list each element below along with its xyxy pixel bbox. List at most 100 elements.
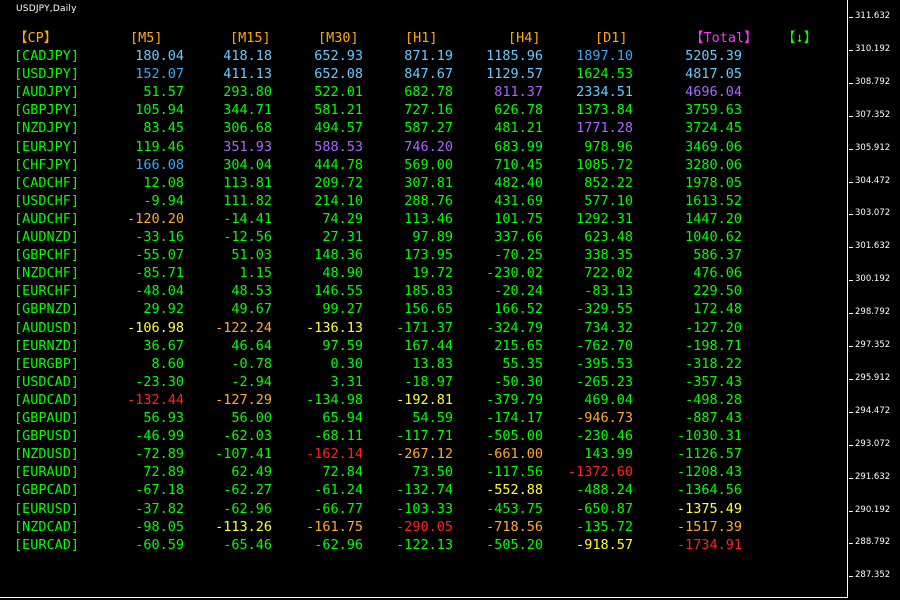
timeframe-value: -61.24 <box>314 482 363 499</box>
column-header: [H4] <box>508 30 541 46</box>
timeframe-value: 481.21 <box>494 120 543 137</box>
timeframe-value: 581.21 <box>314 102 363 119</box>
total-value: 3280.06 <box>685 156 742 173</box>
pair-label: [CHFJPY] <box>14 156 80 173</box>
pair-label: [EURJPY] <box>14 138 80 155</box>
price-label: 295.912 <box>855 372 891 383</box>
timeframe-value: -192.81 <box>396 391 453 408</box>
timeframe-value: -113.26 <box>215 518 272 535</box>
timeframe-value: 65.94 <box>322 410 363 426</box>
timeframe-value: -161.75 <box>306 518 363 535</box>
total-value: 586.37 <box>693 247 742 264</box>
total-value: -318.22 <box>685 355 742 372</box>
timeframe-value: 48.53 <box>231 283 272 300</box>
price-tick <box>849 444 853 446</box>
timeframe-value: 1085.72 <box>576 156 633 173</box>
timeframe-value: 101.75 <box>494 210 543 227</box>
timeframe-value: -488.24 <box>576 482 633 499</box>
price-tick <box>849 543 853 545</box>
timeframe-value: 587.27 <box>404 120 453 137</box>
total-value: 229.50 <box>693 283 742 300</box>
chart-window[interactable]: USDJPY,Daily 【CP】 [M5] [M15] [M30] [H1] [H4][… <box>0 0 848 598</box>
timeframe-value: 29.92 <box>143 301 184 318</box>
timeframe-value: 143.99 <box>584 446 633 463</box>
timeframe-value: -12.56 <box>223 229 272 245</box>
timeframe-value: 27.31 <box>322 229 363 245</box>
timeframe-value: 72.89 <box>143 464 184 481</box>
timeframe-value: 522.01 <box>314 84 363 101</box>
timeframe-value: 304.04 <box>223 156 272 173</box>
timeframe-value: -85.71 <box>135 265 184 282</box>
timeframe-value: 569.00 <box>404 156 453 173</box>
timeframe-value: -171.37 <box>396 319 453 336</box>
timeframe-value: 54.59 <box>412 410 453 426</box>
timeframe-value: -46.99 <box>135 428 184 445</box>
price-tick <box>849 17 853 18</box>
timeframe-value: -62.27 <box>223 482 272 499</box>
price-label: 304.472 <box>855 175 891 186</box>
timeframe-value: -136.13 <box>306 319 363 336</box>
pair-label: [EURNZD] <box>14 337 80 354</box>
timeframe-value: -67.18 <box>135 482 184 499</box>
price-axis[interactable]: 311.632 310.192 308.792 307.352 305.912 304.4… <box>849 0 900 600</box>
total-value: -1208.43 <box>676 464 742 481</box>
pair-label: [GBPUSD] <box>14 428 80 445</box>
sort-arrow-header[interactable]: 【↓】 <box>782 29 817 47</box>
timeframe-value: 99.27 <box>322 301 363 318</box>
timeframe-value: 173.95 <box>404 247 453 264</box>
timeframe-value: -60.59 <box>135 536 184 553</box>
price-label: 311.632 <box>855 11 891 21</box>
timeframe-value: -72.89 <box>135 446 184 463</box>
pair-label: [GBPCHF] <box>14 247 80 264</box>
timeframe-value: 418.18 <box>223 48 272 64</box>
timeframe-value: 652.08 <box>314 66 363 83</box>
timeframe-value: 3.31 <box>330 373 363 390</box>
timeframe-value: 683.99 <box>494 138 543 155</box>
timeframe-value: 0.30 <box>330 355 363 372</box>
timeframe-value: 482.40 <box>494 174 543 191</box>
timeframe-value: 49.67 <box>231 301 272 318</box>
price-label: 298.792 <box>855 307 891 318</box>
timeframe-value: 351.93 <box>223 138 272 155</box>
total-value: 1978.05 <box>685 174 742 191</box>
timeframe-value: -379.79 <box>486 391 543 408</box>
timeframe-value: 2334.51 <box>576 84 633 101</box>
timeframe-value: 847.67 <box>404 66 453 83</box>
total-value: -357.43 <box>685 373 742 390</box>
timeframe-value: -62.96 <box>223 500 272 517</box>
timeframe-value: 682.78 <box>404 84 453 101</box>
timeframe-value: -132.74 <box>396 482 453 499</box>
price-tick <box>849 82 853 84</box>
total-value: 476.06 <box>693 265 742 282</box>
price-tick <box>849 576 853 578</box>
timeframe-value: 185.83 <box>404 283 453 300</box>
timeframe-value: -230.02 <box>486 265 543 282</box>
price-label: 290.192 <box>855 504 891 515</box>
price-tick <box>849 247 853 249</box>
timeframe-value: -18.97 <box>404 373 453 390</box>
column-header: [M30] <box>318 30 359 46</box>
timeframe-value: 469.04 <box>584 391 633 408</box>
price-tick <box>849 378 853 380</box>
timeframe-value: 36.67 <box>143 337 184 354</box>
timeframe-value: 111.82 <box>223 192 272 209</box>
pair-label: [GBPAUD] <box>14 410 80 426</box>
column-header: 【Total】 <box>690 30 758 46</box>
pair-label: [NZDCAD] <box>14 518 80 535</box>
timeframe-value: -718.56 <box>486 518 543 535</box>
timeframe-value: 74.29 <box>322 210 363 227</box>
timeframe-value: 46.64 <box>231 337 272 354</box>
timeframe-value: -324.79 <box>486 319 543 336</box>
total-value: -1030.31 <box>676 428 742 445</box>
timeframe-value: 180.04 <box>135 48 184 64</box>
timeframe-value: 56.00 <box>231 410 272 426</box>
timeframe-value: 811.37 <box>494 84 543 101</box>
pair-label: [GBPNZD] <box>14 301 80 318</box>
timeframe-value: 1.15 <box>239 265 272 282</box>
price-label: 308.792 <box>855 76 891 87</box>
timeframe-value: -55.07 <box>135 247 184 264</box>
timeframe-value: 105.94 <box>135 102 184 119</box>
timeframe-value: 1897.10 <box>576 48 633 64</box>
pair-label: [AUDCAD] <box>14 391 80 408</box>
timeframe-value: 1373.84 <box>576 102 633 119</box>
